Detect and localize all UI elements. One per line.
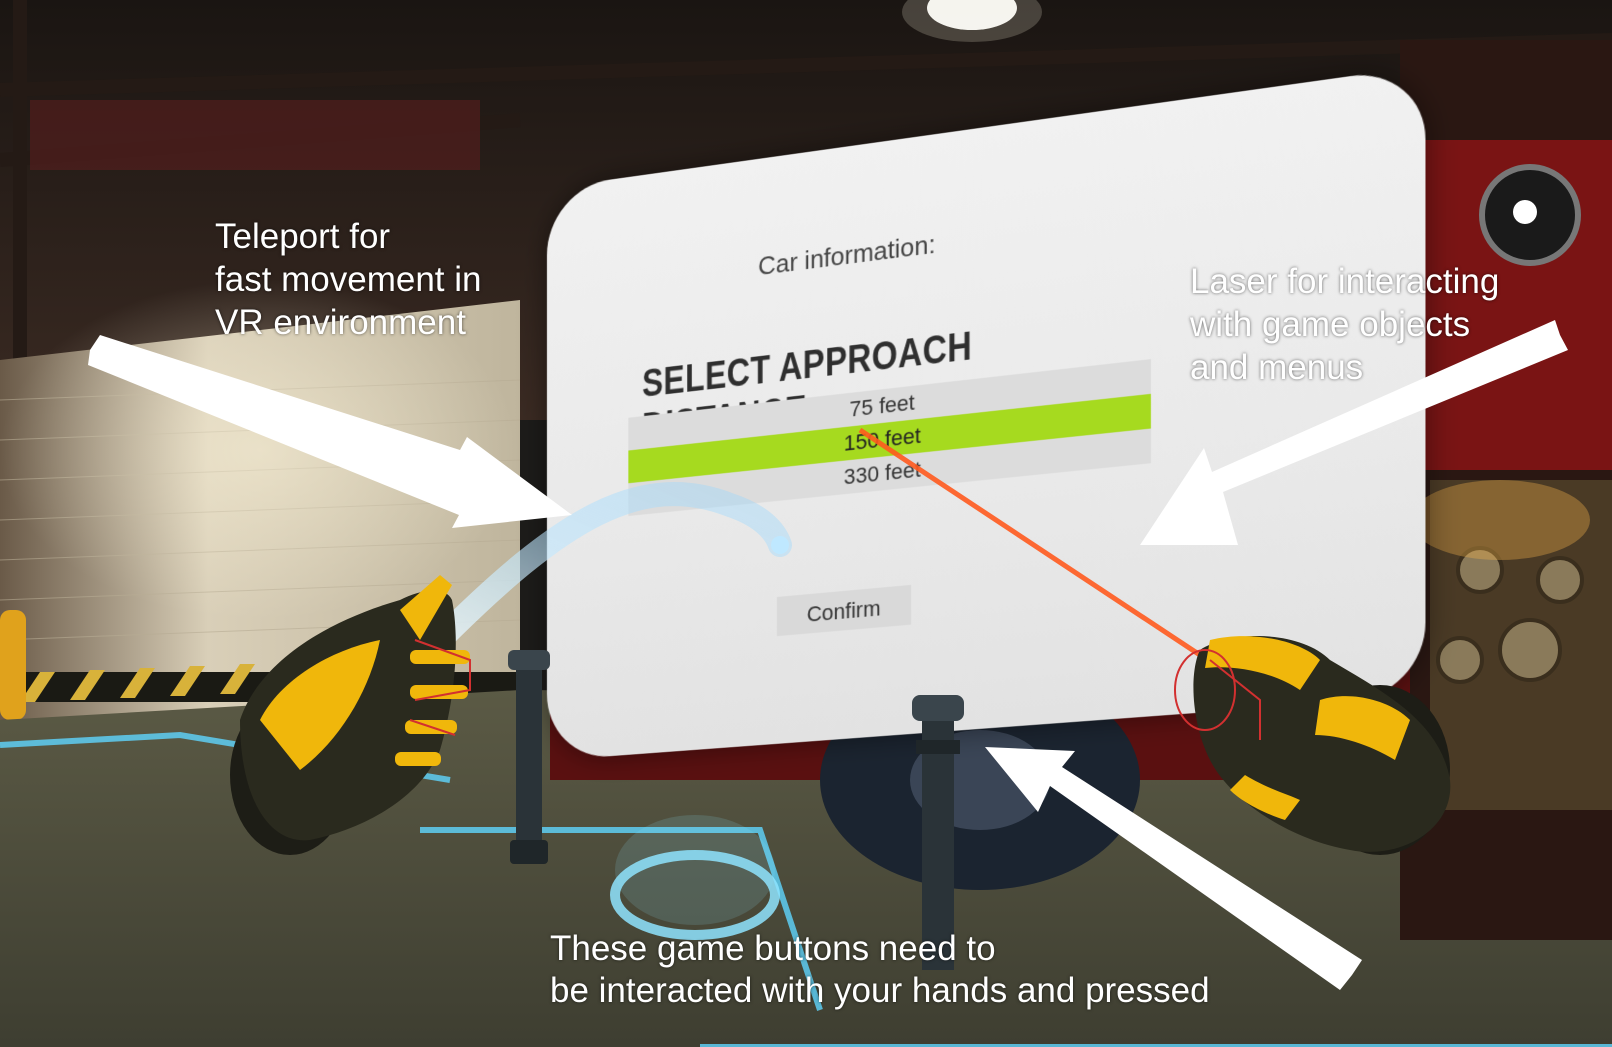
teleport-annotation-line-1: Teleport for (215, 217, 391, 256)
arrow-teleport (88, 335, 572, 528)
right-vr-glove (1174, 636, 1451, 855)
game-button-left[interactable] (508, 650, 550, 864)
teleport-annotation-line-2: fast movement in (215, 260, 482, 299)
laser-annotation-line-2: with game objects (1190, 305, 1471, 344)
teleport-annotation: Teleport for fast movement in VR environ… (215, 215, 515, 344)
laser-annotation-line-1: Laser for interacting (1190, 262, 1500, 301)
buttons-annotation: These game buttons need to be interacted… (550, 928, 1250, 1012)
foreground-overlay (88, 320, 1568, 990)
buttons-annotation-line-2: be interacted with your hands and presse… (550, 971, 1210, 1010)
left-vr-glove (230, 575, 471, 855)
teleport-annotation-line-3: VR environment (215, 303, 466, 342)
laser-annotation: Laser for interacting with game objects … (1190, 260, 1550, 389)
laser-annotation-line-3: and menus (1190, 348, 1364, 387)
buttons-annotation-line-1: These game buttons need to (550, 929, 996, 968)
